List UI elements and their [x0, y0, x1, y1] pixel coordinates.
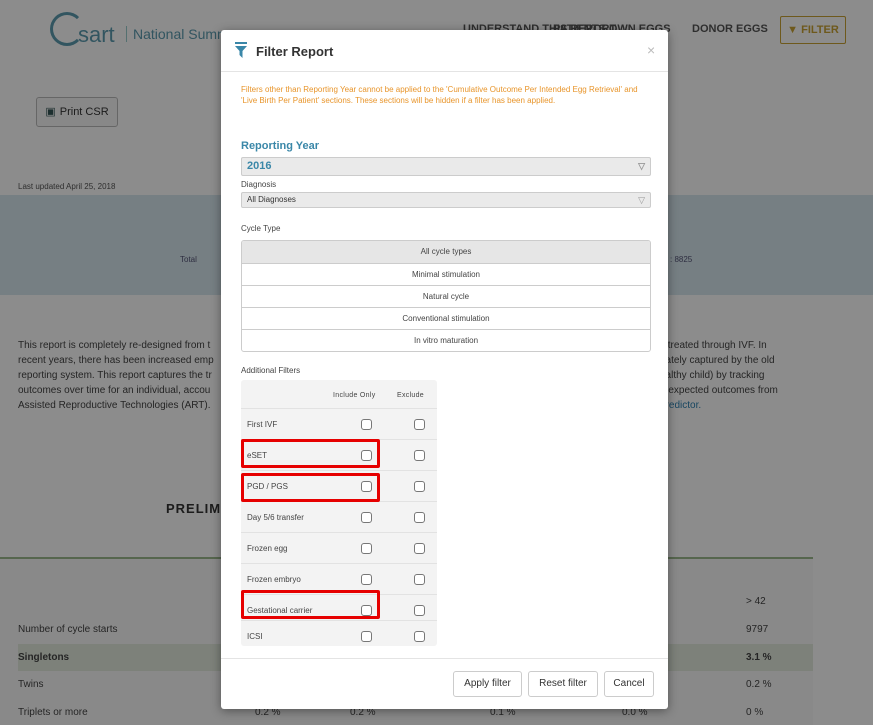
filter-row-icsi: ICSI — [241, 620, 437, 650]
filter-row-frozen-egg: Frozen egg — [241, 532, 437, 562]
cycle-type-list: All cycle types Minimal stimulation Natu… — [241, 240, 651, 352]
cycle-type-option[interactable]: Conventional stimulation — [242, 307, 650, 329]
highlight-box-gestational-carrier — [241, 590, 380, 619]
modal-title: Filter Report — [256, 44, 334, 59]
filter-row-day-5-6-transfer: Day 5/6 transfer — [241, 501, 437, 531]
exclude-checkbox[interactable] — [414, 605, 425, 616]
apply-filter-button[interactable]: Apply filter — [453, 671, 522, 697]
modal-footer: Apply filter Reset filter Cancel — [221, 658, 668, 709]
reporting-year-label: Reporting Year — [241, 140, 320, 152]
reporting-year-value: 2016 — [247, 160, 272, 172]
highlight-box-pgd-pgs — [241, 473, 380, 502]
cycle-type-option[interactable]: In vitro maturation — [242, 329, 650, 351]
cycle-type-option[interactable]: Natural cycle — [242, 285, 650, 307]
exclude-checkbox[interactable] — [414, 419, 425, 430]
filter-label: First IVF — [247, 420, 278, 429]
diagnosis-value: All Diagnoses — [247, 195, 296, 204]
filter-label: Frozen egg — [247, 544, 288, 553]
include-checkbox[interactable] — [361, 543, 372, 554]
chevron-down-icon: ▽ — [638, 161, 645, 171]
chevron-down-icon: ▽ — [638, 195, 645, 205]
highlight-box-eset — [241, 439, 380, 468]
cycle-type-label: Cycle Type — [241, 224, 281, 233]
funnel-icon — [235, 42, 247, 58]
modal-header: Filter Report × — [221, 30, 668, 72]
include-only-header: Include Only — [333, 392, 376, 399]
include-checkbox[interactable] — [361, 574, 372, 585]
diagnosis-select[interactable]: All Diagnoses ▽ — [241, 192, 651, 208]
exclude-checkbox[interactable] — [414, 450, 425, 461]
filter-label: ICSI — [247, 632, 263, 641]
diagnosis-label: Diagnosis — [241, 180, 277, 189]
reporting-year-select[interactable]: 2016 ▽ — [241, 157, 651, 176]
filter-row-first-ivf: First IVF — [241, 408, 437, 438]
cancel-button[interactable]: Cancel — [604, 671, 654, 697]
filter-report-modal: Filter Report × Filters other than Repor… — [221, 30, 668, 709]
filter-label: Frozen embryo — [247, 575, 301, 584]
additional-filters-table: Include Only Exclude First IVF eSET PGD … — [241, 380, 437, 646]
cycle-type-option[interactable]: Minimal stimulation — [242, 263, 650, 285]
filter-label: Day 5/6 transfer — [247, 513, 304, 522]
exclude-checkbox[interactable] — [414, 574, 425, 585]
exclude-checkbox[interactable] — [414, 512, 425, 523]
exclude-checkbox[interactable] — [414, 543, 425, 554]
include-checkbox[interactable] — [361, 419, 372, 430]
additional-filters-label: Additional Filters — [241, 366, 301, 375]
cycle-type-option[interactable]: All cycle types — [242, 241, 650, 263]
exclude-header: Exclude — [397, 392, 425, 399]
exclude-checkbox[interactable] — [414, 481, 425, 492]
include-checkbox[interactable] — [361, 512, 372, 523]
filter-warning: Filters other than Reporting Year cannot… — [241, 85, 638, 105]
include-checkbox[interactable] — [361, 631, 372, 642]
reset-filter-button[interactable]: Reset filter — [528, 671, 598, 697]
exclude-checkbox[interactable] — [414, 631, 425, 642]
filter-row-frozen-embryo: Frozen embryo — [241, 563, 437, 593]
close-icon[interactable]: × — [647, 42, 655, 58]
